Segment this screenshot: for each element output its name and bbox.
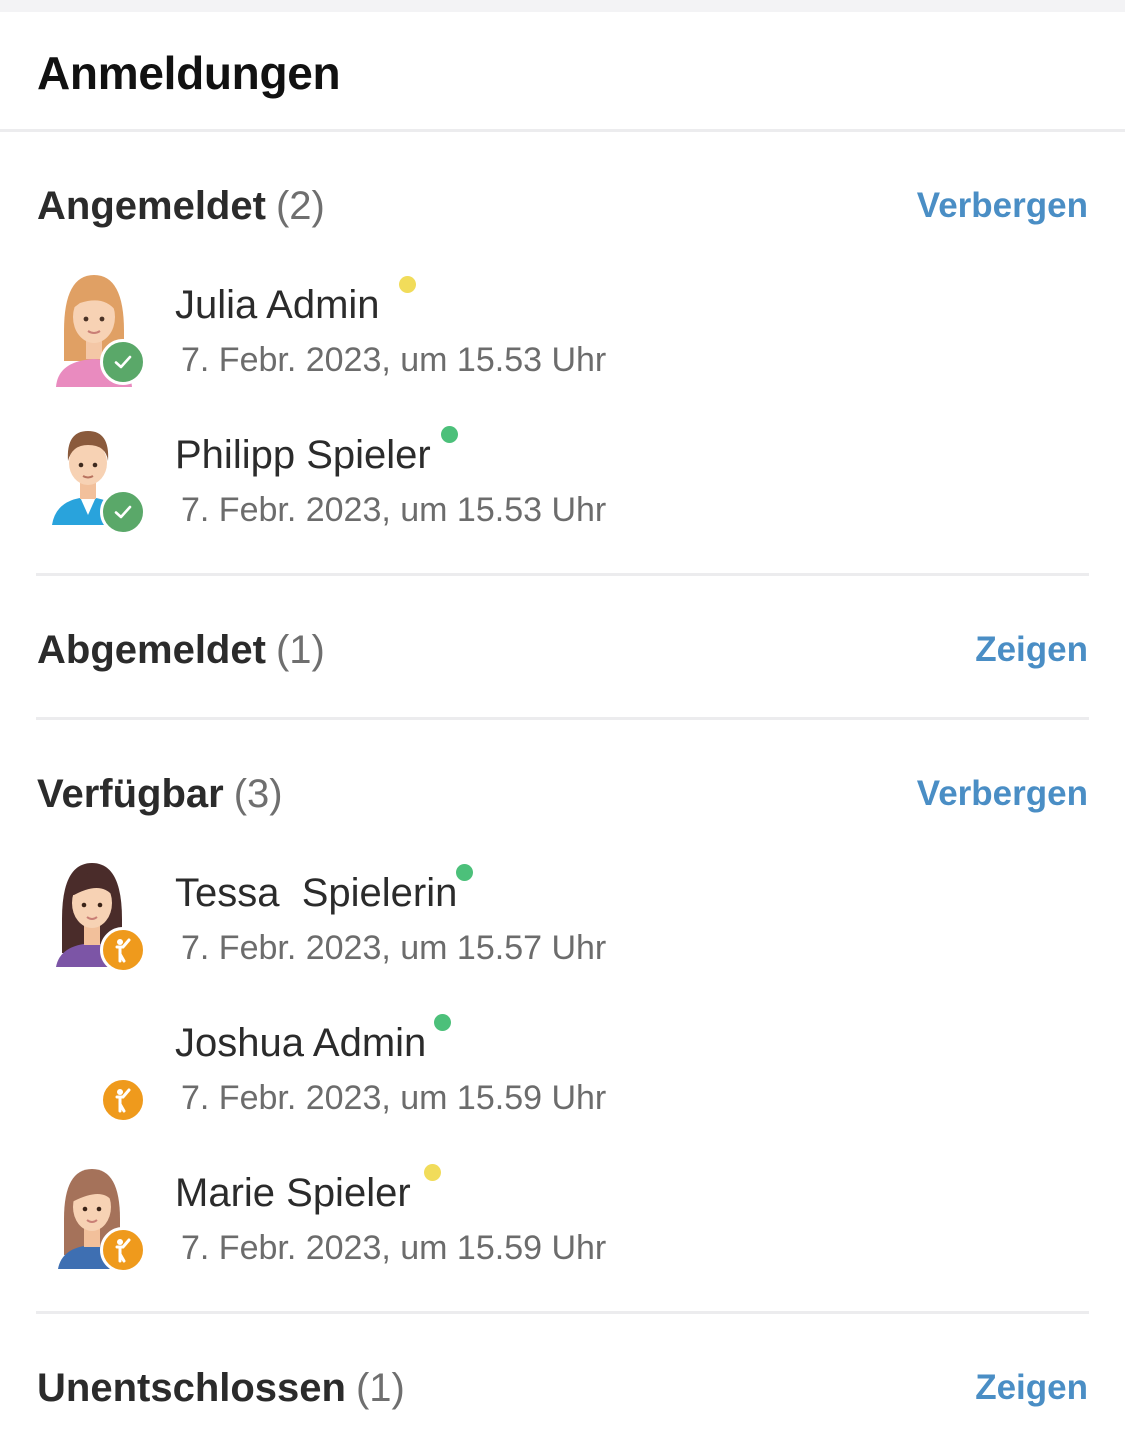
member-timestamp: 7. Febr. 2023, um 15.59 Uhr: [181, 1079, 607, 1117]
section-divider: [36, 1311, 1089, 1314]
member-name: Philipp Spieler: [175, 433, 431, 477]
header-divider: [0, 129, 1125, 132]
section-title: Abgemeldet (1): [37, 625, 325, 675]
member-name: Marie Spieler: [175, 1171, 411, 1215]
member-timestamp: 7. Febr. 2023, um 15.57 Uhr: [181, 929, 607, 967]
section-header-abgemeldet: Abgemeldet (1) Zeigen: [37, 625, 1088, 675]
person-raising-hand-icon: [100, 927, 146, 973]
section-divider: [36, 717, 1089, 720]
section-name: Abgemeldet: [37, 628, 266, 672]
section-divider: [36, 573, 1089, 576]
section-title: Angemeldet (2): [37, 181, 325, 231]
section-count: (2): [275, 184, 325, 228]
member-timestamp: 7. Febr. 2023, um 15.59 Uhr: [181, 1229, 607, 1267]
section-count: (1): [275, 628, 325, 672]
presence-online-indicator: [441, 426, 458, 443]
member-name: Joshua Admin: [175, 1021, 427, 1065]
presence-away-indicator: [424, 1164, 441, 1181]
avatar: [50, 275, 146, 395]
person-raising-hand-icon: [100, 1227, 146, 1273]
section-header-angemeldet: Angemeldet (2) Verbergen: [37, 181, 1088, 231]
section-header-verfuegbar: Verfügbar (3) Verbergen: [37, 769, 1088, 819]
avatar: [50, 425, 146, 545]
presence-away-indicator: [399, 276, 416, 293]
presence-online-indicator: [456, 864, 473, 881]
section-name: Unentschlossen: [37, 1366, 346, 1410]
member-row-julia-admin[interactable]: Julia Admin 7. Febr. 2023, um 15.53 Uhr: [0, 275, 1125, 405]
page-title: Anmeldungen: [37, 47, 341, 99]
member-row-tessa-spielerin[interactable]: Tessa Spielerin 7. Febr. 2023, um 15.57 …: [0, 863, 1125, 993]
check-icon: [100, 339, 146, 385]
show-abgemeldet-button[interactable]: Zeigen: [975, 625, 1088, 675]
member-row-joshua-admin[interactable]: Joshua Admin 7. Febr. 2023, um 15.59 Uhr: [0, 1013, 1125, 1143]
hide-angemeldet-button[interactable]: Verbergen: [917, 181, 1088, 231]
section-name: Verfügbar: [37, 772, 224, 816]
section-name: Angemeldet: [37, 184, 266, 228]
member-row-philipp-spieler[interactable]: Philipp Spieler 7. Febr. 2023, um 15.53 …: [0, 425, 1125, 555]
show-unentschlossen-button[interactable]: Zeigen: [975, 1363, 1088, 1413]
check-icon: [100, 489, 146, 535]
avatar: [50, 1163, 146, 1283]
member-timestamp: 7. Febr. 2023, um 15.53 Uhr: [181, 491, 607, 529]
section-title: Unentschlossen (1): [37, 1363, 405, 1413]
person-raising-hand-icon: [100, 1077, 146, 1123]
section-header-unentschlossen: Unentschlossen (1) Zeigen: [37, 1363, 1088, 1413]
avatar: [50, 863, 146, 983]
section-title: Verfügbar (3): [37, 769, 283, 819]
avatar: [50, 1013, 146, 1133]
top-bar-edge: [0, 0, 1125, 12]
member-name: Julia Admin: [175, 283, 380, 327]
section-count: (3): [233, 772, 283, 816]
member-timestamp: 7. Febr. 2023, um 15.53 Uhr: [181, 341, 607, 379]
presence-online-indicator: [434, 1014, 451, 1031]
member-name: Tessa Spielerin: [175, 871, 458, 915]
hide-verfuegbar-button[interactable]: Verbergen: [917, 769, 1088, 819]
section-count: (1): [355, 1366, 405, 1410]
member-row-marie-spieler[interactable]: Marie Spieler 7. Febr. 2023, um 15.59 Uh…: [0, 1163, 1125, 1293]
